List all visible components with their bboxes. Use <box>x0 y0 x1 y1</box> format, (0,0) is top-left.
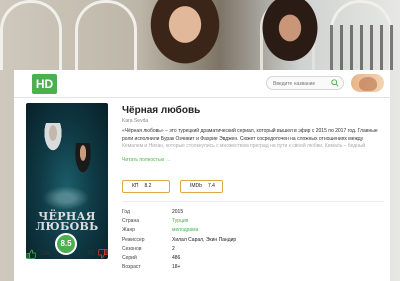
site-logo[interactable]: HD <box>32 74 57 94</box>
description-text: «Чёрная любовь» – это турецкий драматиче… <box>122 128 378 142</box>
fact-value: Хилал Сарал, Экин Пандир <box>172 236 237 243</box>
kp-score: КП 8.2 <box>122 180 170 193</box>
vote-bar: 294 50 <box>26 248 108 262</box>
fact-row-age: Возраст 18+ <box>122 264 384 273</box>
fact-value: 2 <box>172 245 175 252</box>
fact-row-country: Страна Турция <box>122 218 384 227</box>
fact-row-director: Режиссер Хилал Сарал, Экин Пандир <box>122 237 384 246</box>
read-more-link[interactable]: Читать полностью → <box>122 157 171 163</box>
fact-row-seasons: Сезонов 2 <box>122 246 384 255</box>
fact-label: Серий <box>122 254 137 261</box>
kp-label: КП <box>132 183 139 189</box>
hero-chair <box>330 25 400 70</box>
thumbs-up-icon[interactable] <box>26 249 36 259</box>
imdb-score: IMDb 7.4 <box>180 180 223 193</box>
movie-title: Чёрная любовь <box>122 105 201 116</box>
imdb-value: 7.4 <box>207 183 215 189</box>
facts-table: Год 2015 Страна Турция Жанр мелодрама Ре… <box>122 209 384 273</box>
fact-label: Режиссер <box>122 236 145 243</box>
fact-value: 18+ <box>172 264 181 271</box>
movie-panel: HD ЧЁРНАЯ ЛЮБОВЬ 8.5 294 50 Чёрная любов… <box>14 70 390 281</box>
imdb-label: IMDb <box>190 183 202 189</box>
poster-figure <box>71 143 95 183</box>
search-input[interactable] <box>273 79 329 88</box>
like-count: 294 <box>40 251 51 257</box>
search-box[interactable] <box>266 76 344 90</box>
hero-arch <box>0 0 62 70</box>
genre-link[interactable]: мелодрама <box>172 227 198 233</box>
fact-label: Год <box>122 209 130 215</box>
poster-figure <box>38 123 68 163</box>
country-link[interactable]: Турция <box>172 218 188 224</box>
description-faded-text: Кемалем и Нихан, которые столкнулись с м… <box>122 143 366 149</box>
fact-row-year: Год 2015 <box>122 209 384 218</box>
top-bar: HD <box>14 70 390 98</box>
divider <box>122 201 384 202</box>
dislike-count: 50 <box>87 251 94 257</box>
poster-title: ЧЁРНАЯ ЛЮБОВЬ <box>35 210 99 233</box>
user-avatar[interactable] <box>351 74 384 92</box>
hero-actress <box>145 0 225 70</box>
poster-water <box>36 183 96 213</box>
fact-row-genre: Жанр мелодрама <box>122 227 384 236</box>
original-title: Kara Sevda <box>122 118 149 124</box>
movie-description: «Чёрная любовь» – это турецкий драматиче… <box>122 128 384 151</box>
fact-label: Жанр <box>122 227 135 234</box>
fact-label: Страна <box>122 218 140 225</box>
search-icon[interactable] <box>331 79 339 87</box>
fact-value: 486 <box>172 254 181 261</box>
kp-value: 8.2 <box>144 183 152 189</box>
fact-value: 2015 <box>172 209 184 215</box>
hero-actor <box>255 0 325 70</box>
hero-arch <box>75 0 137 70</box>
fact-row-episodes: Серий 486 <box>122 255 384 264</box>
fact-label: Возраст <box>122 264 141 271</box>
thumbs-down-icon[interactable] <box>98 249 108 259</box>
fact-label: Сезонов <box>122 245 142 252</box>
